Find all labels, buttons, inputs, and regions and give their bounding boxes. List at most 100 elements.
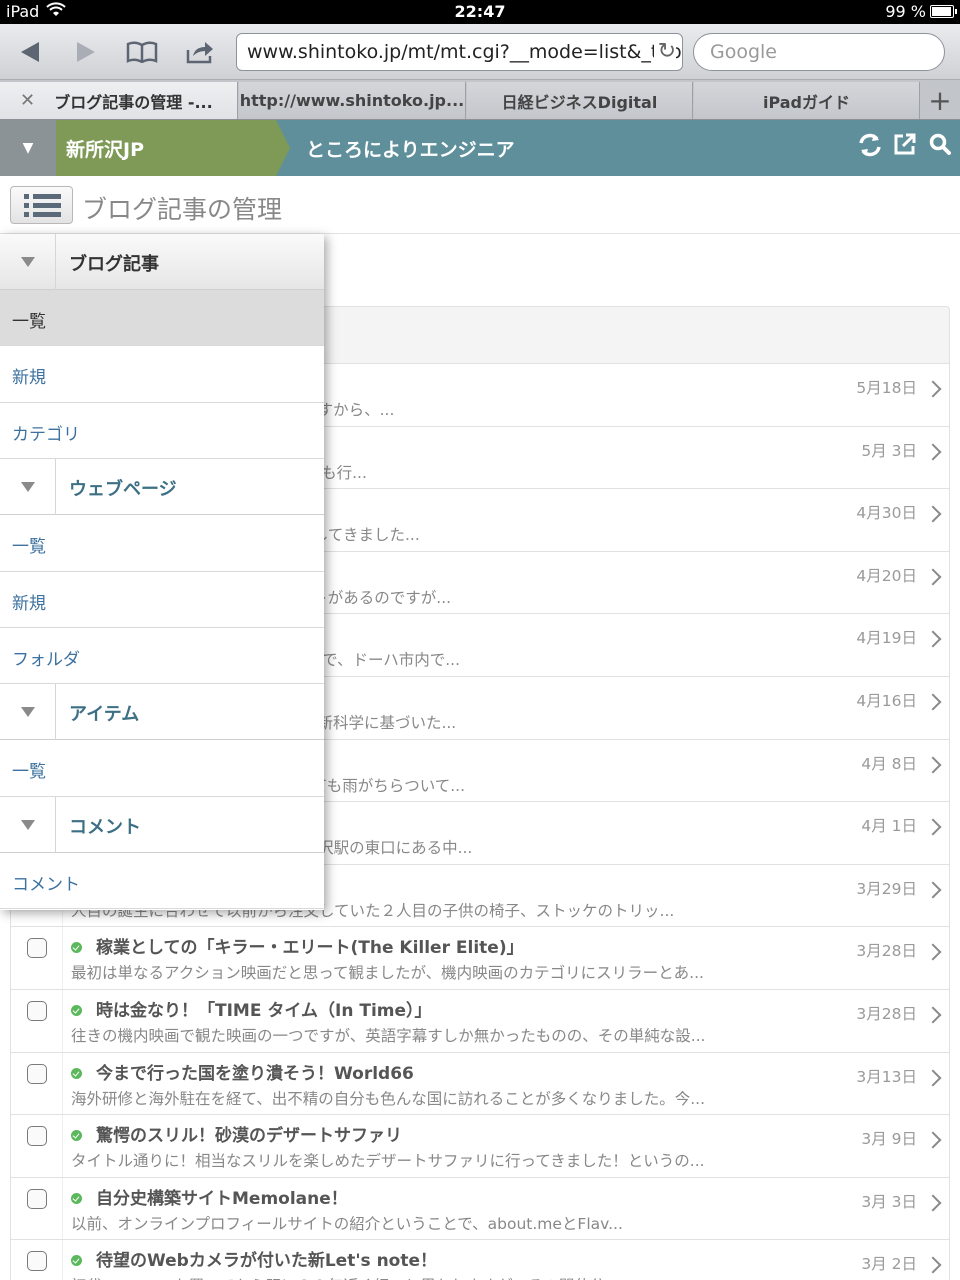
page-title: ブログ記事の管理 (82, 195, 283, 224)
tab-blog-manage[interactable]: ✕ ブログ記事の管理 -... (0, 82, 238, 119)
menu-item-folders[interactable]: フォルダ (0, 627, 324, 685)
menu-toggle-button[interactable] (10, 186, 73, 224)
browser-toolbar: www.shintoko.jp/mt/mt.cgi?__mode=list&_t… (0, 24, 960, 80)
entry-date: 4月 8日 (861, 754, 917, 773)
collapse-icon[interactable] (0, 796, 56, 853)
chevron-right-icon[interactable] (924, 443, 942, 461)
table-row[interactable]: 自分史構築サイトMemolane！ 以前、オンラインプロフィールサイトの紹介という… (10, 1177, 950, 1241)
chevron-right-icon[interactable] (924, 1194, 942, 1212)
entry-excerpt: 初代Let'snoteを買ってから既に２０年近く経つと思われますが、その間仕分.… (71, 1274, 620, 1280)
bookmarks-icon[interactable] (122, 34, 162, 70)
table-row[interactable]: 稼業としての「キラー・エリート(The Killer Elite)」最初は単なる… (10, 927, 950, 990)
collapse-icon[interactable] (0, 459, 56, 516)
checkbox-cell (11, 989, 63, 1052)
entry-excerpt: 海外研修と海外駐在を経て、出不精の自分も色んな国に訪れることが多くなりました。今… (71, 1089, 706, 1108)
entry-excerpt: 往きの機内映画で観た映画の一つですが、英語字幕すしか無かったものの、その単純な設… (71, 1026, 706, 1045)
table-row[interactable]: 今まで行った国を塗り潰そう！World66 海外研修と海外駐在を経て、出不精の自分… (10, 1052, 950, 1116)
chevron-right-icon[interactable] (924, 568, 942, 586)
breadcrumb-site[interactable]: 新所沢JP (56, 120, 276, 176)
tab-shintoko[interactable]: http://www.shintoko.jp... (239, 82, 466, 119)
row-checkbox[interactable] (27, 1251, 47, 1272)
menu-item-comments[interactable]: コメント (0, 852, 324, 910)
site-dropdown-icon[interactable]: ▼ (0, 120, 56, 176)
chevron-right-icon[interactable] (924, 1256, 942, 1274)
new-tab-icon[interactable]: + (920, 82, 960, 119)
menu-section-webpages[interactable]: ウェブページ (0, 459, 324, 516)
entry-title[interactable]: 待望のWebカメラが付いた新Let's note！ (71, 1246, 437, 1271)
chevron-right-icon[interactable] (924, 693, 942, 711)
forward-icon[interactable] (66, 34, 106, 70)
chevron-right-icon[interactable] (924, 630, 942, 648)
refresh-icon[interactable] (855, 132, 885, 162)
row-checkbox[interactable] (27, 1063, 47, 1084)
chevron-right-icon[interactable] (924, 1006, 942, 1024)
row-checkbox[interactable] (27, 938, 47, 959)
chevron-right-icon[interactable] (924, 756, 942, 774)
search-icon[interactable] (925, 132, 955, 162)
close-tab-icon[interactable]: ✕ (20, 90, 35, 111)
tab-nikkei[interactable]: 日経ビジネスDigital (467, 82, 693, 119)
entry-title[interactable]: 今まで行った国を塗り潰そう！World66 (71, 1059, 414, 1084)
table-row[interactable]: 驚愕のスリル！砂漠のデザートサファリ タイトル通りに！相当なスリルを楽しめたデザー… (10, 1115, 950, 1178)
entry-title[interactable]: 自分史構築サイトMemolane！ (71, 1184, 348, 1209)
published-icon (71, 1067, 82, 1079)
table-row[interactable]: 待望のWebカメラが付いた新Let's note！ 初代Let'snoteを買って… (10, 1240, 950, 1280)
menu-item-entries-list[interactable]: 一覧 (0, 290, 324, 347)
menu-item-items-list[interactable]: 一覧 (0, 740, 324, 797)
checkbox-cell (11, 927, 63, 989)
chevron-right-icon[interactable] (924, 943, 942, 961)
entry-date: 4月20日 (856, 566, 917, 585)
battery-percent: 99 % (885, 2, 926, 21)
entry-title[interactable]: 驚愕のスリル！砂漠のデザートサファリ (71, 1121, 402, 1146)
entry-excerpt: 以前、オンラインプロフィールサイトの紹介ということで、about.meとFlav… (71, 1214, 623, 1233)
url-text: www.shintoko.jp/mt/mt.cgi?__mode=list&_t… (247, 41, 683, 63)
entry-date: 3月 9日 (861, 1130, 917, 1149)
entry-date: 5月 3日 (861, 441, 917, 460)
entry-title[interactable]: 稼業としての「キラー・エリート(The Killer Elite)」 (71, 933, 524, 958)
entry-date: 3月 3日 (861, 1192, 917, 1211)
row-checkbox[interactable] (27, 1000, 47, 1021)
checkbox-cell (11, 1240, 63, 1280)
side-menu: ブログ記事 一覧 新規 カテゴリ ウェブページ 一覧 新規 フォルダ アイテム … (0, 234, 324, 910)
menu-item-categories[interactable]: カテゴリ (0, 402, 324, 460)
breadcrumb-blog[interactable]: ところによりエンジニア (306, 120, 515, 176)
menu-section-items[interactable]: アイテム (0, 684, 324, 741)
chevron-right-icon[interactable] (924, 1069, 942, 1087)
back-icon[interactable] (10, 34, 50, 70)
menu-section-entries[interactable]: ブログ記事 (0, 234, 324, 290)
entry-date: 4月 1日 (861, 817, 917, 836)
chevron-right-icon[interactable] (924, 1131, 942, 1149)
table-row[interactable]: 時は金なり！「TIME タイム（In Time）」往きの機内映画で観た映画の一つ… (10, 989, 950, 1053)
menu-item-webpages-list[interactable]: 一覧 (0, 515, 324, 572)
chevron-right-icon[interactable] (924, 881, 942, 899)
menu-item-webpages-new[interactable]: 新規 (0, 571, 324, 628)
tab-label: http://www.shintoko.jp... (239, 91, 465, 110)
chevron-right-icon[interactable] (924, 505, 942, 523)
menu-section-label: アイテム (69, 704, 140, 726)
search-field[interactable]: Google (693, 33, 945, 71)
entry-title[interactable]: 時は金なり！「TIME タイム（In Time）」 (71, 996, 432, 1021)
menu-section-comments[interactable]: コメント (0, 796, 324, 853)
battery-icon (930, 5, 957, 18)
chevron-right-icon[interactable] (924, 380, 942, 398)
collapse-icon[interactable] (0, 234, 56, 290)
address-bar[interactable]: www.shintoko.jp/mt/mt.cgi?__mode=list&_t… (236, 33, 683, 71)
collapse-icon[interactable] (0, 684, 56, 741)
entry-date: 3月28日 (856, 942, 917, 961)
chevron-right-icon[interactable] (924, 818, 942, 836)
entry-excerpt: 最初は単なるアクション映画だと思って観ましたが、機内映画のカテゴリにスリラーとあ… (71, 964, 704, 983)
reload-icon[interactable]: ↻ (653, 39, 676, 64)
status-bar: iPad 22:47 99 % (0, 0, 960, 24)
checkbox-cell (11, 1115, 63, 1177)
entry-title-text: 稼業としての「キラー・エリート(The Killer Elite)」 (96, 938, 524, 959)
row-checkbox[interactable] (27, 1188, 47, 1209)
menu-section-label: ウェブページ (69, 479, 177, 501)
entry-title-text: 待望のWebカメラが付いた新Let's note！ (96, 1251, 438, 1272)
row-checkbox[interactable] (27, 1126, 47, 1147)
share-icon[interactable] (180, 34, 220, 70)
tab-ipad-guide[interactable]: iPadガイド (694, 82, 920, 119)
external-link-icon[interactable] (890, 132, 920, 162)
entry-title-text: 時は金なり！「TIME タイム（In Time）」 (96, 1000, 432, 1021)
menu-item-entries-new[interactable]: 新規 (0, 346, 324, 403)
entry-title-text: 自分史構築サイトMemolane！ (96, 1188, 348, 1209)
